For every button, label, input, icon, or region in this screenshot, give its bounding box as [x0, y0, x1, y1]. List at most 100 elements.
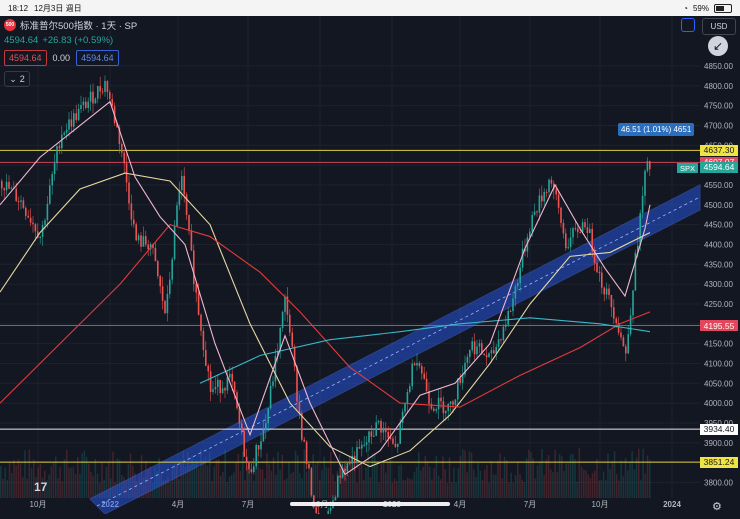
volume-bar	[532, 458, 534, 498]
volume-bar	[15, 465, 17, 498]
candle-body	[394, 443, 397, 447]
volume-bar	[206, 465, 209, 498]
volume-bar	[239, 470, 242, 498]
last-price: 4594.64	[4, 35, 39, 46]
volume-bar	[519, 474, 521, 498]
candle-body	[188, 214, 190, 231]
candle-body	[639, 213, 641, 246]
x-tick-label: 4月	[454, 500, 466, 509]
volume-bar	[642, 448, 644, 498]
volume-bar	[613, 451, 616, 498]
collapse-icon[interactable]: ↙	[708, 36, 728, 56]
volume-bar	[294, 450, 297, 498]
layout-icon[interactable]	[681, 18, 695, 32]
volume-bar	[398, 465, 400, 498]
tradingview-logo[interactable]: 17	[34, 480, 47, 494]
volume-bar	[79, 473, 81, 498]
volume-bar	[583, 469, 585, 498]
volume-bar	[74, 473, 77, 498]
volume-bar	[261, 469, 264, 498]
candle-body	[610, 294, 613, 308]
candle-body	[418, 363, 421, 367]
volume-bar	[279, 469, 281, 498]
candle-body	[536, 211, 538, 213]
candle-body	[449, 401, 452, 404]
volume-bar	[552, 472, 554, 498]
candle-body	[541, 195, 543, 202]
y-tick-label: 4050.00	[704, 379, 733, 388]
volume-bar	[407, 477, 409, 498]
candle-body	[157, 261, 159, 277]
symbol-title[interactable]: 标准普尔500指数 · 1天 · SP	[20, 18, 137, 32]
x-tick-label: 10月	[30, 500, 47, 509]
price-chart[interactable]: 4850.004800.004750.004700.004650.004600.…	[0, 16, 740, 519]
candle-body	[173, 226, 176, 260]
sell-price-box[interactable]: 4594.64	[4, 50, 47, 66]
candle-body	[500, 339, 502, 341]
candle-body	[375, 422, 377, 436]
y-tick-label: 4700.00	[704, 121, 733, 130]
volume-bar	[539, 462, 541, 498]
candle-body	[349, 461, 351, 464]
candle-body	[229, 373, 231, 378]
candle-body	[560, 207, 562, 223]
volume-bar	[77, 456, 79, 498]
candle-body	[557, 194, 560, 208]
candle-body	[572, 228, 574, 238]
volume-bar	[596, 458, 598, 498]
candle-body	[334, 497, 337, 501]
volume-bar	[622, 476, 625, 498]
volume-bar	[347, 474, 350, 498]
candle-body	[22, 200, 25, 208]
volume-bar	[591, 473, 594, 498]
candle-body	[61, 134, 63, 149]
volume-bar	[629, 462, 631, 498]
volume-bar	[57, 478, 59, 498]
candle-body	[197, 292, 200, 315]
candle-body	[370, 431, 373, 437]
volume-bar	[422, 466, 424, 498]
candle-body	[337, 475, 339, 498]
volume-bar	[479, 470, 482, 498]
candle-body	[613, 307, 615, 319]
volume-bar	[616, 474, 618, 498]
volume-bar	[299, 473, 301, 498]
candle-body	[25, 207, 27, 216]
volume-bar	[462, 449, 464, 498]
volume-bar	[426, 461, 429, 498]
candle-body	[85, 101, 87, 108]
volume-bar	[396, 481, 398, 498]
volume-bar	[536, 465, 539, 498]
currency-selector[interactable]: USD	[702, 18, 736, 35]
volume-bar	[316, 461, 319, 498]
candle-body	[164, 300, 166, 314]
candle-body	[447, 403, 449, 411]
volume-bar	[488, 482, 490, 498]
x-tick-label: 4月	[172, 500, 184, 509]
candle-body	[89, 91, 92, 102]
volume-bar	[635, 457, 638, 498]
candle-body	[68, 119, 70, 130]
measure-label: 46.51 (1.01%) 4651	[618, 123, 695, 136]
volume-bar	[589, 477, 592, 498]
volume-bar	[475, 477, 477, 498]
battery-icon	[714, 3, 732, 13]
volume-bar	[213, 466, 215, 498]
symbol-tag: SPX	[677, 163, 699, 173]
price-axis-label: 4195.55	[700, 320, 738, 332]
buy-price-box[interactable]: 4594.64	[76, 50, 119, 66]
volume-bar	[431, 479, 433, 498]
candle-body	[548, 179, 550, 193]
candle-body	[550, 179, 553, 184]
volume-bar	[378, 482, 380, 498]
gear-icon[interactable]: ⚙	[712, 500, 722, 513]
candle-body	[308, 463, 310, 469]
volume-bar	[224, 449, 226, 498]
volume-bar	[319, 479, 321, 498]
indicators-toggle[interactable]: ⌄ 2	[4, 71, 30, 87]
volume-bar	[231, 474, 233, 498]
chart-area[interactable]: 4850.004800.004750.004700.004650.004600.…	[0, 16, 740, 519]
candle-body	[377, 421, 380, 423]
volume-bar	[440, 479, 442, 498]
candle-body	[255, 445, 257, 467]
